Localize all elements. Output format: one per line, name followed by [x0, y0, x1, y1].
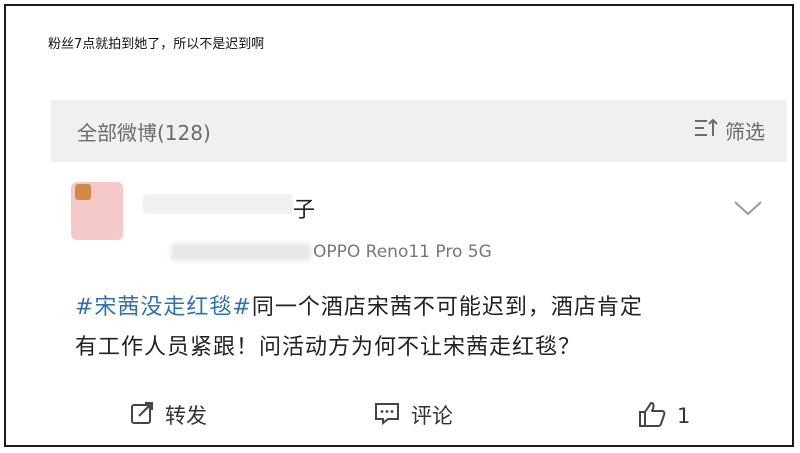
avatar[interactable] — [71, 182, 123, 240]
post-content: #宋茜没走红毯#同一个酒店宋茜不可能迟到，酒店肯定 有工作人员紧跟！问活动方为何… — [75, 288, 775, 368]
like-count: 1 — [677, 404, 691, 428]
thumbs-up-icon — [637, 400, 667, 432]
avatar-badge-icon — [75, 184, 91, 200]
comment-label: 评论 — [411, 404, 453, 428]
comment-button[interactable]: 评论 — [373, 400, 453, 430]
repost-button[interactable]: 转发 — [129, 400, 207, 430]
caption-text: 粉丝7点就拍到她了，所以不是迟到啊 — [48, 37, 265, 52]
post-source: OPPO Reno11 Pro 5G — [313, 242, 492, 262]
hashtag-link[interactable]: #宋茜没走红毯# — [75, 295, 252, 320]
weibo-screenshot: 全部微博(128) 筛选 子 OPPO Reno11 Pro 5G #宋茜没走红… — [51, 100, 787, 445]
filter-label: 筛选 — [725, 119, 765, 144]
post-text-line2: 有工作人员紧跟！问活动方为何不让宋茜走红毯？ — [75, 335, 582, 360]
filter-bar: 全部微博(128) 筛选 — [51, 100, 787, 162]
repost-label: 转发 — [165, 404, 207, 428]
post-text-line1: 同一个酒店宋茜不可能迟到，酒店肯定 — [251, 295, 643, 320]
username[interactable]: 子 — [293, 192, 315, 224]
repost-icon — [129, 400, 155, 430]
chevron-down-icon[interactable] — [733, 200, 763, 220]
all-posts-count: 全部微博(128) — [77, 121, 211, 145]
filter-sort-icon — [693, 117, 719, 143]
comment-icon — [373, 400, 401, 430]
action-bar: 转发 评论 1 — [51, 400, 787, 445]
filter-button[interactable]: 筛选 — [693, 114, 765, 146]
post-time-redacted — [171, 243, 311, 261]
like-button[interactable]: 1 — [637, 400, 690, 432]
username-redacted — [143, 194, 293, 214]
